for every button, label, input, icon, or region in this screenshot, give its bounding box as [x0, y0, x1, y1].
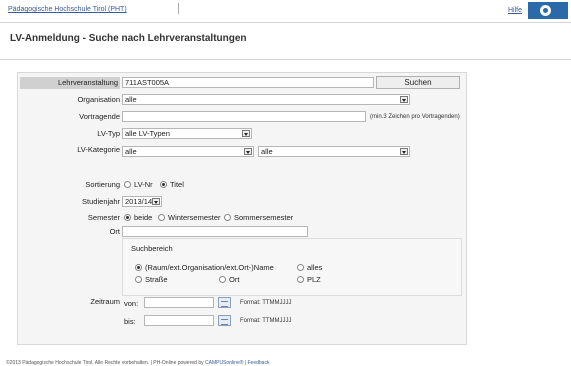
sortierung-label: Sortierung [85, 180, 120, 189]
top-bar: Pädagogische Hochschule Tirol (PHT) Hilf… [0, 0, 571, 22]
suchbereich-plz-radio[interactable] [297, 276, 304, 283]
studienjahr-label: Studienjahr [82, 197, 120, 206]
vortragende-input[interactable] [122, 111, 366, 122]
lv-kategorie-label: LV-Kategorie [77, 145, 120, 154]
zeitraum-bis-label: bis: [124, 317, 136, 326]
ort-input[interactable] [122, 226, 308, 237]
suchbereich-ort-label: Ort [229, 275, 240, 284]
search-button[interactable]: Suchen [376, 76, 460, 89]
zeitraum-von-label: von: [124, 299, 139, 308]
calendar-icon[interactable] [218, 297, 231, 308]
campusonline-link[interactable]: CAMPUSonline® [205, 360, 243, 366]
vortragende-hint: (min.3 Zeichen pro Vortragenden) [370, 114, 460, 120]
lv-kategorie-value-2: alle [261, 147, 273, 156]
zeitraum-bis-format: Format: TTMMJJJJ [240, 318, 292, 324]
suchbereich-group: Suchbereich (Raum/ext.Organisation/ext.O… [122, 238, 462, 296]
footer: ©2013 Pädagogische Hochschule Tirol. All… [6, 360, 269, 366]
semester-sommer-radio[interactable] [224, 214, 231, 221]
sortierung-titel-radio[interactable] [160, 181, 167, 188]
semester-sommer-label: Sommersemester [234, 213, 294, 222]
suchbereich-alles-radio[interactable] [297, 264, 304, 271]
pht-logo [528, 2, 568, 19]
suchbereich-alles-label: alles [307, 263, 323, 272]
help-link[interactable]: Hilfe [508, 7, 522, 14]
sortierung-titel-label: Titel [170, 180, 184, 189]
organisation-value: alle [125, 95, 137, 104]
lv-typ-value: alle LV-Typen [125, 129, 170, 138]
chevron-down-icon [400, 148, 408, 155]
page-title: LV-Anmeldung - Suche nach Lehrveranstalt… [10, 33, 247, 44]
lehrveranstaltung-label: Lehrveranstaltung [20, 77, 120, 89]
zeitraum-von-input[interactable] [144, 297, 214, 308]
title-bar: LV-Anmeldung - Suche nach Lehrveranstalt… [0, 22, 571, 60]
suchbereich-strasse-label: Straße [145, 275, 168, 284]
suchbereich-name-label: (Raum/ext.Organisation/ext.Ort-)Name [145, 263, 274, 272]
lv-typ-select[interactable]: alle LV-Typen [122, 128, 252, 139]
lv-kategorie-value-1: alle [125, 147, 137, 156]
suchbereich-name-radio[interactable] [135, 264, 142, 271]
organisation-select[interactable]: alle [122, 94, 410, 105]
footer-copyright: ©2013 Pädagogische Hochschule Tirol. All… [6, 360, 205, 366]
chevron-down-icon [400, 96, 408, 103]
chevron-down-icon [152, 198, 160, 205]
semester-beide-radio[interactable] [124, 214, 131, 221]
feedback-link[interactable]: | Feedback [245, 360, 270, 366]
calendar-icon[interactable] [218, 315, 231, 326]
zeitraum-von-format: Format: TTMMJJJJ [240, 300, 292, 306]
lehrveranstaltung-input[interactable]: 711AST005A [122, 77, 374, 88]
search-form-panel: Lehrveranstaltung 711AST005A Suchen Orga… [17, 72, 467, 345]
semester-winter-label: Wintersemester [168, 213, 221, 222]
breadcrumb-institution[interactable]: Pädagogische Hochschule Tirol (PHT) [8, 6, 127, 13]
lv-typ-label: LV-Typ [97, 129, 120, 138]
suchbereich-ort-radio[interactable] [219, 276, 226, 283]
zeitraum-bis-input[interactable] [144, 315, 214, 326]
semester-beide-label: beide [134, 213, 153, 222]
vortragende-label: Vortragende [79, 112, 120, 121]
studienjahr-select[interactable]: 2013/14 [122, 196, 162, 207]
lv-kategorie-select-2[interactable]: alle [258, 146, 410, 157]
sortierung-lvnr-label: LV-Nr [134, 180, 153, 189]
studienjahr-value: 2013/14 [125, 197, 153, 206]
logo-icon [540, 5, 551, 16]
ort-label: Ort [109, 227, 120, 236]
sortierung-lvnr-radio[interactable] [124, 181, 131, 188]
suchbereich-title: Suchbereich [131, 244, 173, 253]
lv-kategorie-select-1[interactable]: alle [122, 146, 254, 157]
chevron-down-icon [242, 130, 250, 137]
semester-winter-radio[interactable] [158, 214, 165, 221]
suchbereich-plz-label: PLZ [307, 275, 321, 284]
semester-label: Semester [87, 213, 120, 222]
zeitraum-label: Zeitraum [90, 297, 120, 306]
suchbereich-strasse-radio[interactable] [135, 276, 142, 283]
breadcrumb-divider [178, 3, 179, 14]
chevron-down-icon [244, 148, 252, 155]
organisation-label: Organisation [77, 95, 120, 104]
